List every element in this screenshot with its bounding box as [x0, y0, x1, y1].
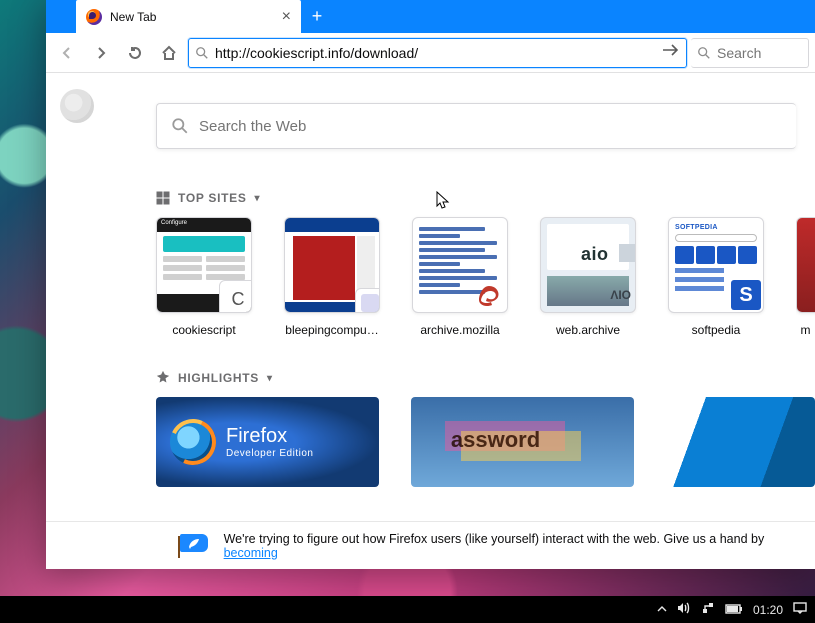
- tab-new-tab[interactable]: New Tab ×: [76, 0, 301, 33]
- tab-title: New Tab: [110, 10, 274, 24]
- topsite-thumbnail: SOFTPEDIA S: [668, 217, 764, 313]
- top-sites-section: TOP SITES ▾ Configure C cookiescript: [156, 191, 815, 337]
- go-arrow-icon[interactable]: [662, 43, 680, 62]
- highlight-subtitle: Developer Edition: [226, 448, 313, 459]
- url-bar[interactable]: [188, 38, 687, 68]
- snippet-link[interactable]: becoming: [224, 546, 278, 560]
- topsite-thumbnail: aio ΛIO: [540, 217, 636, 313]
- search-icon: [697, 46, 711, 60]
- highlights-section: HIGHLIGHTS ▾ Firefox Developer Edition a…: [156, 371, 815, 487]
- firefox-logo-icon: [170, 419, 216, 465]
- snippet-text: We're trying to figure out how Firefox u…: [224, 532, 815, 560]
- topsite-tile[interactable]: archive.mozilla: [412, 217, 508, 337]
- system-tray: 01:20: [657, 602, 807, 617]
- firefox-watermark-icon: [60, 89, 94, 123]
- topsite-label: bleepingcompu…: [284, 323, 380, 337]
- grid-icon: [156, 191, 170, 205]
- firefox-favicon: [86, 9, 102, 25]
- topsite-thumbnail: [412, 217, 508, 313]
- search-icon: [171, 117, 189, 135]
- chevron-down-icon: ▾: [255, 193, 261, 204]
- topsite-label: web.archive: [540, 323, 636, 337]
- sparkle-icon: [156, 371, 170, 385]
- newtab-search-input[interactable]: [199, 118, 782, 135]
- fedora-icon: [477, 282, 505, 310]
- nav-toolbar: [46, 33, 815, 73]
- topsite-tile[interactable]: SOFTPEDIA S softpedia: [668, 217, 764, 337]
- topsite-tile[interactable]: m: [796, 217, 815, 337]
- highlight-tile[interactable]: Firefox Developer Edition: [156, 397, 379, 487]
- highlights-label: HIGHLIGHTS: [178, 371, 259, 385]
- topsite-thumbnail: Configure C: [156, 217, 252, 313]
- content-area: TOP SITES ▾ Configure C cookiescript: [46, 73, 815, 569]
- highlight-tile[interactable]: [666, 397, 815, 487]
- browser-window: New Tab × +: [46, 0, 815, 569]
- search-bar[interactable]: [691, 38, 809, 68]
- topsite-thumbnail: [796, 217, 815, 313]
- topsite-label: cookiescript: [156, 323, 252, 337]
- top-sites-tiles: Configure C cookiescript b: [156, 217, 815, 337]
- highlight-tile[interactable]: assword: [411, 397, 634, 487]
- topsite-label: softpedia: [668, 323, 764, 337]
- highlight-title: Firefox: [226, 425, 313, 448]
- reload-button[interactable]: [120, 38, 150, 68]
- topsite-tile[interactable]: Configure C cookiescript: [156, 217, 252, 337]
- home-button[interactable]: [154, 38, 184, 68]
- topsite-tile[interactable]: aio ΛIO web.archive: [540, 217, 636, 337]
- taskbar-clock[interactable]: 01:20: [753, 603, 783, 617]
- url-input[interactable]: [215, 45, 656, 61]
- notifications-icon[interactable]: [793, 602, 807, 617]
- topsite-label: archive.mozilla: [412, 323, 508, 337]
- highlights-tiles: Firefox Developer Edition assword: [156, 397, 815, 487]
- chevron-down-icon: ▾: [267, 373, 273, 384]
- close-icon[interactable]: ×: [282, 9, 291, 25]
- topsite-thumbnail: [284, 217, 380, 313]
- tab-strip: New Tab × +: [46, 0, 815, 33]
- topsite-label: m: [796, 323, 815, 337]
- back-button[interactable]: [52, 38, 82, 68]
- forward-button[interactable]: [86, 38, 116, 68]
- network-icon[interactable]: [701, 602, 715, 617]
- snippet-bar: We're trying to figure out how Firefox u…: [46, 521, 815, 569]
- highlights-header[interactable]: HIGHLIGHTS ▾: [156, 371, 815, 385]
- top-sites-label: TOP SITES: [178, 191, 247, 205]
- topsite-tile[interactable]: bleepingcompu…: [284, 217, 380, 337]
- new-tab-button[interactable]: +: [301, 0, 333, 33]
- tray-expand-icon[interactable]: [657, 603, 667, 617]
- top-sites-header[interactable]: TOP SITES ▾: [156, 191, 815, 205]
- search-input[interactable]: [717, 45, 815, 61]
- newtab-search-bar[interactable]: [156, 103, 796, 149]
- flag-rocket-icon: [176, 534, 210, 558]
- search-icon: [195, 46, 209, 60]
- volume-icon[interactable]: [677, 602, 691, 617]
- taskbar[interactable]: 01:20: [0, 596, 815, 623]
- battery-icon[interactable]: [725, 603, 743, 617]
